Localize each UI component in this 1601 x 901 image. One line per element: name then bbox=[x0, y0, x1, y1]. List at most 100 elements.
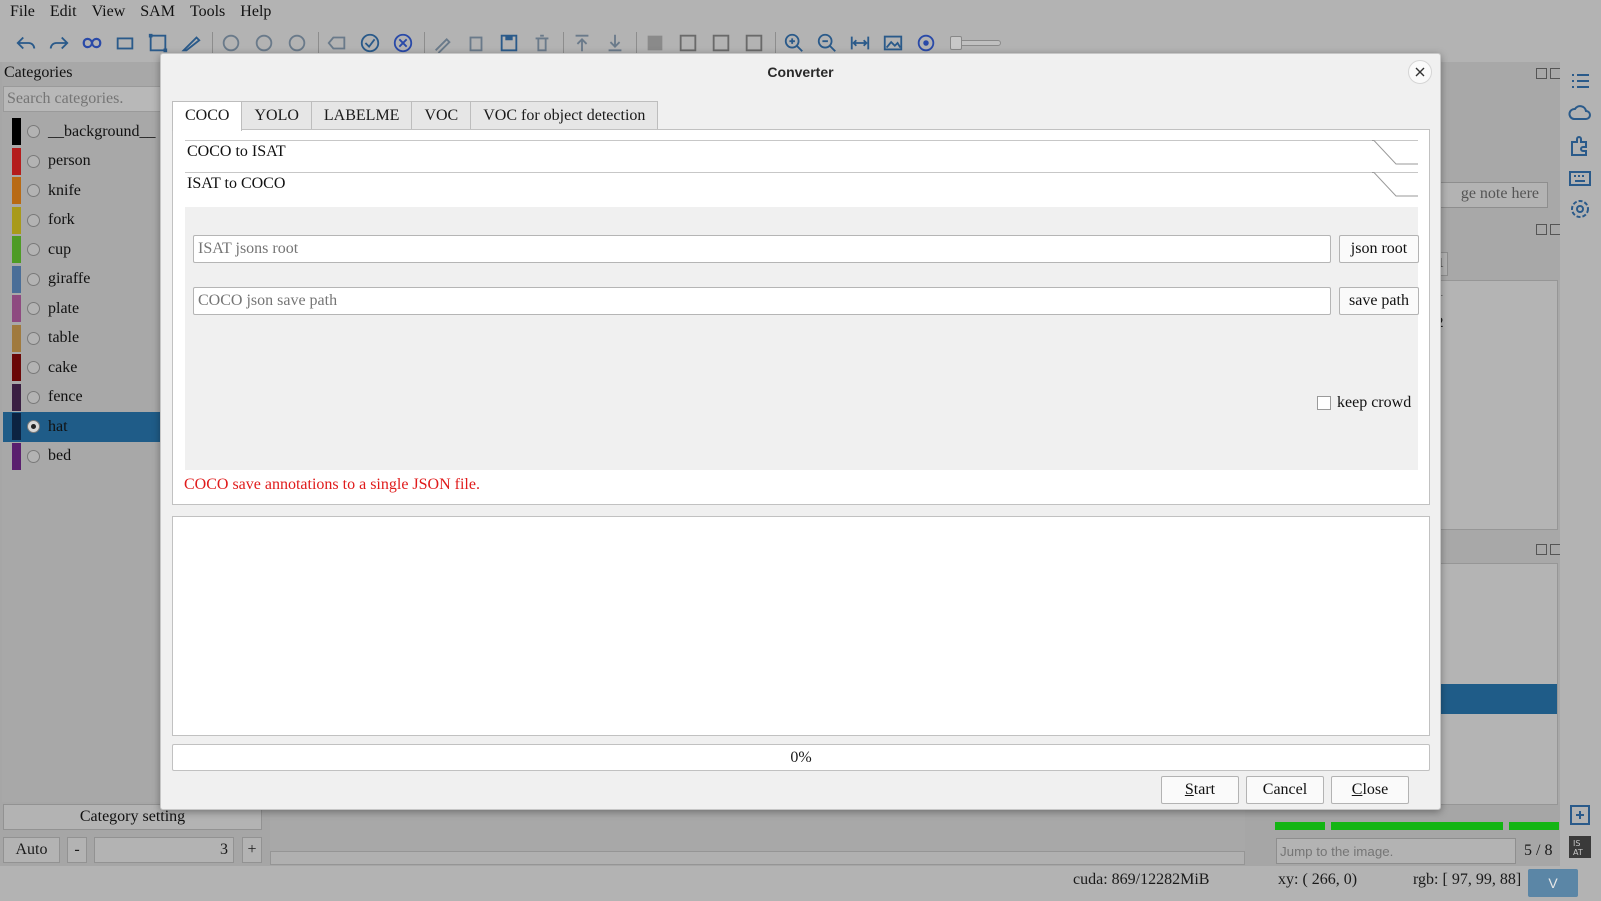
fit-icon[interactable] bbox=[848, 31, 872, 55]
horizontal-scrollbar[interactable] bbox=[270, 851, 1245, 865]
start-button[interactable]: Start bbox=[1161, 776, 1239, 804]
jump-to-image-input[interactable] bbox=[1276, 838, 1516, 864]
category-radio[interactable] bbox=[27, 184, 40, 198]
tab-voc[interactable]: VOC bbox=[411, 101, 472, 129]
tab-labelme[interactable]: LABELME bbox=[310, 101, 413, 129]
to-bottom-icon[interactable] bbox=[603, 31, 627, 55]
category-radio[interactable] bbox=[27, 213, 40, 227]
slider-handle[interactable] bbox=[950, 36, 962, 50]
menu-file[interactable]: File bbox=[10, 3, 35, 21]
group-icon[interactable] bbox=[285, 31, 309, 55]
group-id-input[interactable]: 3 bbox=[94, 837, 234, 863]
menu-help[interactable]: Help bbox=[240, 3, 271, 21]
tab-yolo[interactable]: YOLO bbox=[241, 101, 312, 129]
layer3-icon[interactable] bbox=[709, 31, 733, 55]
keep-crowd-checkbox[interactable] bbox=[1317, 396, 1331, 410]
gear-icon[interactable] bbox=[1567, 196, 1593, 222]
plugin-icon[interactable] bbox=[1567, 133, 1593, 159]
category-radio[interactable] bbox=[27, 243, 40, 257]
save-path-button[interactable]: save path bbox=[1339, 287, 1419, 315]
category-name: hat bbox=[48, 417, 68, 435]
menu-sam[interactable]: SAM bbox=[140, 3, 175, 21]
category-item[interactable]: cup bbox=[3, 235, 163, 265]
save-icon[interactable] bbox=[497, 31, 521, 55]
category-radio[interactable] bbox=[27, 154, 40, 168]
category-radio[interactable] bbox=[27, 390, 40, 404]
category-item[interactable]: giraffe bbox=[3, 265, 163, 295]
prev-group-icon[interactable] bbox=[219, 31, 243, 55]
format-tabs: COCO YOLO LABELME VOC VOC for object det… bbox=[172, 101, 659, 131]
zoom-out-icon[interactable] bbox=[815, 31, 839, 55]
dock-float-close-buttons[interactable] bbox=[1536, 544, 1562, 556]
toolbox-section-isat-to-coco[interactable]: ISAT to COCO bbox=[185, 172, 1418, 204]
polygon-icon[interactable] bbox=[146, 31, 170, 55]
menu-view[interactable]: View bbox=[92, 3, 126, 21]
increment-button[interactable]: + bbox=[242, 837, 262, 863]
keep-crowd-checkbox-row[interactable]: keep crowd bbox=[1317, 394, 1411, 412]
keyboard-icon[interactable] bbox=[1567, 165, 1593, 191]
zoom-in-icon[interactable] bbox=[782, 31, 806, 55]
category-item[interactable]: hat bbox=[3, 412, 163, 442]
rectangle-icon[interactable] bbox=[113, 31, 137, 55]
settings-eye-icon[interactable] bbox=[914, 31, 938, 55]
tab-voc-object-detection[interactable]: VOC for object detection bbox=[470, 101, 659, 129]
category-item[interactable]: fence bbox=[3, 383, 163, 413]
category-radio[interactable] bbox=[27, 125, 40, 139]
dock-float-close-buttons[interactable] bbox=[1536, 68, 1562, 80]
dock-float-close-buttons[interactable] bbox=[1536, 224, 1562, 236]
section-label: ISAT to COCO bbox=[187, 175, 286, 192]
cancel-icon[interactable] bbox=[391, 31, 415, 55]
close-button[interactable]: Close bbox=[1331, 776, 1409, 804]
layer1-icon[interactable] bbox=[643, 31, 667, 55]
sam-icon[interactable] bbox=[80, 31, 104, 55]
category-item[interactable]: cake bbox=[3, 353, 163, 383]
to-top-icon[interactable] bbox=[570, 31, 594, 55]
undo-icon[interactable] bbox=[14, 31, 38, 55]
brush-icon[interactable] bbox=[179, 31, 203, 55]
category-search-input[interactable] bbox=[3, 86, 161, 112]
backspace-icon[interactable] bbox=[325, 31, 349, 55]
auto-button[interactable]: Auto bbox=[3, 837, 60, 863]
version-badge[interactable]: V bbox=[1528, 869, 1578, 897]
tab-coco[interactable]: COCO bbox=[172, 101, 243, 131]
category-radio[interactable] bbox=[27, 420, 40, 434]
delete-icon[interactable] bbox=[530, 31, 554, 55]
coco-json-save-path-input[interactable] bbox=[193, 287, 1331, 315]
category-radio[interactable] bbox=[27, 272, 40, 286]
finish-icon[interactable] bbox=[358, 31, 382, 55]
menu-edit[interactable]: Edit bbox=[50, 3, 77, 21]
category-color-swatch bbox=[12, 177, 21, 205]
next-group-icon[interactable] bbox=[252, 31, 276, 55]
cancel-button[interactable]: Cancel bbox=[1246, 776, 1324, 804]
menu-tools[interactable]: Tools bbox=[190, 3, 225, 21]
category-item[interactable]: bed bbox=[3, 442, 163, 472]
json-root-button[interactable]: json root bbox=[1339, 235, 1419, 263]
category-item[interactable]: plate bbox=[3, 294, 163, 324]
conversion-progress-bar: 0% bbox=[172, 744, 1430, 771]
dialog-close-button[interactable] bbox=[1408, 60, 1432, 84]
category-name: __background__ bbox=[48, 122, 156, 140]
copy-icon[interactable] bbox=[464, 31, 488, 55]
cloud-icon[interactable] bbox=[1567, 100, 1593, 126]
add-dock-icon[interactable] bbox=[1567, 802, 1593, 828]
isat-jsons-root-input[interactable] bbox=[193, 235, 1331, 263]
layer4-icon[interactable] bbox=[742, 31, 766, 55]
category-radio[interactable] bbox=[27, 331, 40, 345]
edit-icon[interactable] bbox=[431, 31, 455, 55]
category-item[interactable]: knife bbox=[3, 176, 163, 206]
redo-icon[interactable] bbox=[47, 31, 71, 55]
list-icon[interactable] bbox=[1567, 68, 1593, 94]
category-item[interactable]: fork bbox=[3, 206, 163, 236]
opacity-slider[interactable] bbox=[950, 36, 1001, 50]
toolbox-section-coco-to-isat[interactable]: COCO to ISAT bbox=[185, 140, 1418, 172]
category-item[interactable]: person bbox=[3, 147, 163, 177]
conversion-log[interactable] bbox=[172, 516, 1430, 736]
layer2-icon[interactable] bbox=[676, 31, 700, 55]
category-radio[interactable] bbox=[27, 302, 40, 316]
decrement-button[interactable]: - bbox=[67, 837, 87, 863]
category-item[interactable]: table bbox=[3, 324, 163, 354]
category-radio[interactable] bbox=[27, 449, 40, 463]
image-icon[interactable] bbox=[881, 31, 905, 55]
category-radio[interactable] bbox=[27, 361, 40, 375]
category-item[interactable]: __background__ bbox=[3, 117, 163, 147]
